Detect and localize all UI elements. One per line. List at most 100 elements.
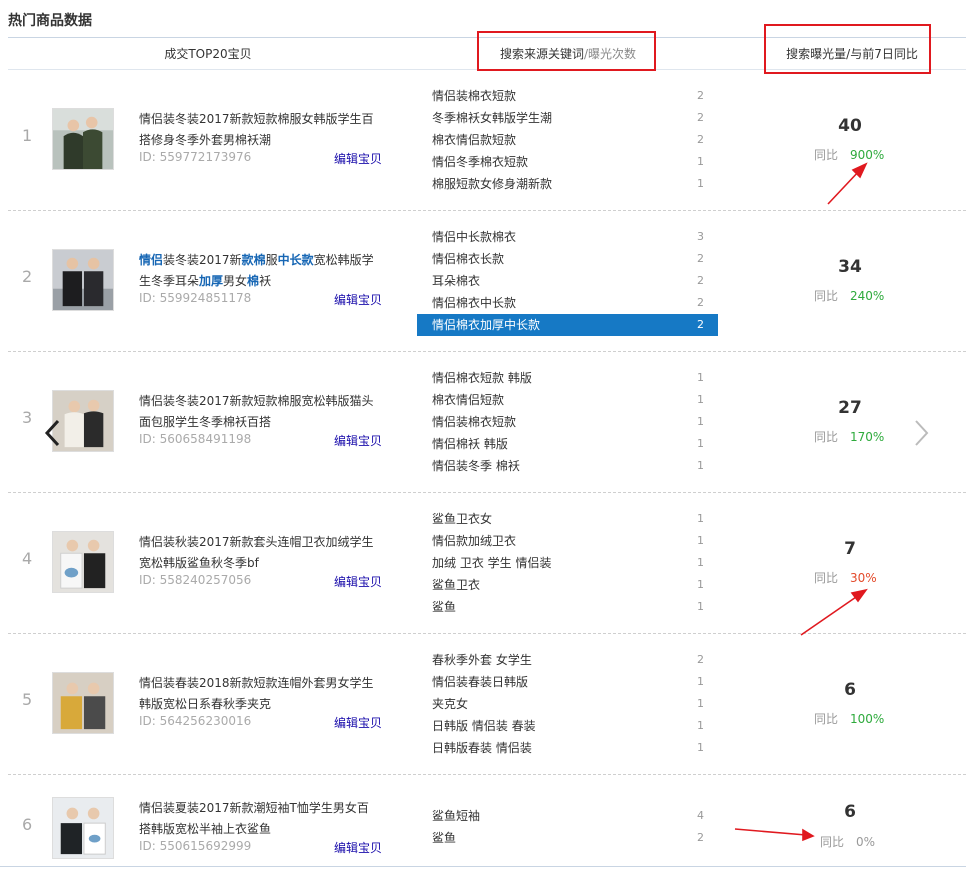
keyword-count: 1 [697, 415, 704, 428]
rank-number: 6 [22, 815, 33, 834]
keyword-item[interactable]: 棉衣情侣款短款 2 [417, 129, 718, 151]
edit-product-link[interactable]: 编辑宝贝 [334, 291, 382, 308]
product-title[interactable]: 情侣装冬装2017新款棉服中长款宽松韩版学生冬季耳朵加厚男女棉袄 [139, 250, 379, 292]
edit-product-link[interactable]: 编辑宝贝 [334, 150, 382, 167]
keyword-count: 1 [697, 697, 704, 710]
product-title[interactable]: 情侣装冬装2017新款短款棉服女韩版学生百搭修身冬季外套男棉袄潮 [139, 109, 379, 151]
keyword-item-selected[interactable]: 情侣棉衣加厚中长款 2 [417, 314, 718, 336]
keyword-count: 2 [697, 318, 704, 331]
keyword-count: 2 [697, 111, 704, 124]
keyword-count: 2 [697, 252, 704, 265]
product-thumbnail[interactable] [52, 249, 114, 311]
product-image [53, 250, 113, 310]
keyword-item[interactable]: 情侣棉袄 韩版 1 [417, 433, 718, 455]
keyword-list: 春秋季外套 女学生 2 情侣装春装日韩版 1 夹克女 1 日韩版 情侣装 春装 1 日韩… [417, 649, 718, 759]
keyword-item[interactable]: 鲨鱼短袖 4 [417, 805, 718, 827]
product-thumbnail[interactable] [52, 531, 114, 593]
keyword-list: 鲨鱼卫衣女 1 情侣款加绒卫衣 1 加绒 卫衣 学生 情侣装 1 鲨鱼卫衣 1 鲨鱼 1 [417, 508, 718, 618]
keyword-item[interactable]: 鲨鱼卫衣女 1 [417, 508, 718, 530]
exposure-value: 40 [838, 116, 862, 136]
keyword-item[interactable]: 鲨鱼 2 [417, 827, 718, 849]
yoy-label: 同比 [814, 712, 839, 726]
yoy-change: 同比 0% [820, 833, 920, 850]
keyword-item[interactable]: 情侣装棉衣短款 2 [417, 85, 718, 107]
product-thumbnail[interactable] [52, 672, 114, 734]
yoy-change: 同比 30% [814, 569, 914, 586]
exposure-value: 7 [844, 539, 856, 559]
product-title[interactable]: 情侣装冬装2017新款短款棉服宽松韩版猫头面包服学生冬季棉袄百搭 [139, 391, 379, 433]
keyword-text: 情侣中长款棉衣 [432, 230, 517, 244]
product-title[interactable]: 情侣装秋装2017新款套头连帽卫衣加绒学生宽松韩版鲨鱼秋冬季bf [139, 532, 379, 574]
keyword-count: 1 [697, 556, 704, 569]
keyword-count: 4 [697, 809, 704, 822]
keyword-text: 冬季棉袄女韩版学生潮 [432, 111, 553, 125]
keyword-item[interactable]: 情侣棉衣中长款 2 [417, 292, 718, 314]
keyword-count: 2 [697, 89, 704, 102]
keyword-text: 情侣棉袄 韩版 [432, 437, 508, 451]
keyword-count: 1 [697, 512, 704, 525]
keyword-item[interactable]: 冬季棉袄女韩版学生潮 2 [417, 107, 718, 129]
title-text: 装冬装2017新 [163, 253, 242, 267]
yoy-percent: 170% [850, 430, 885, 444]
product-title[interactable]: 情侣装春装2018新款短款连帽外套男女学生韩版宽松日系春秋季夹克 [139, 673, 379, 715]
keyword-item[interactable]: 日韩版春装 情侣装 1 [417, 737, 718, 759]
keyword-item[interactable]: 情侣棉衣短款 韩版 1 [417, 367, 718, 389]
yoy-label: 同比 [820, 835, 845, 849]
table-row: 5 情侣装春装2018新款短款连帽外套男女学生韩版宽松日系春秋季夹克 ID: 5… [8, 634, 966, 775]
product-id: ID: 558240257056 [139, 573, 252, 587]
keyword-text: 情侣装冬季 棉袄 [432, 459, 520, 473]
keyword-count: 1 [697, 675, 704, 688]
edit-product-link[interactable]: 编辑宝贝 [334, 432, 382, 449]
keyword-item[interactable]: 日韩版 情侣装 春装 1 [417, 715, 718, 737]
edit-product-link[interactable]: 编辑宝贝 [334, 714, 382, 731]
keyword-item[interactable]: 棉衣情侣短款 1 [417, 389, 718, 411]
keyword-item[interactable]: 春秋季外套 女学生 2 [417, 649, 718, 671]
product-title[interactable]: 情侣装夏装2017新款潮短袖T恤学生男女百搭韩版宽松半袖上衣鲨鱼 [139, 798, 379, 840]
keyword-count: 1 [697, 741, 704, 754]
rank-number: 1 [22, 126, 33, 145]
product-thumbnail[interactable] [52, 797, 114, 859]
keyword-count: 2 [697, 274, 704, 287]
keyword-item[interactable]: 棉服短款女修身潮新款 1 [417, 173, 718, 195]
keyword-text: 情侣棉衣中长款 [432, 296, 517, 310]
yoy-label: 同比 [814, 571, 839, 585]
chevron-left-icon[interactable] [40, 418, 66, 448]
keyword-item[interactable]: 情侣装春装日韩版 1 [417, 671, 718, 693]
header-product: 成交TOP20宝贝 [164, 47, 252, 61]
keyword-count: 1 [697, 578, 704, 591]
edit-product-link[interactable]: 编辑宝贝 [334, 839, 382, 856]
keyword-text: 加绒 卫衣 学生 情侣装 [432, 556, 552, 570]
keyword-item[interactable]: 情侣冬季棉衣短款 1 [417, 151, 718, 173]
table-row: 2 情侣装冬装2017新款棉服中长款宽松韩版学生冬季耳朵加厚男女棉袄 ID: 5… [8, 211, 966, 352]
product-id: ID: 559772173976 [139, 150, 252, 164]
keyword-count: 1 [697, 437, 704, 450]
keyword-item[interactable]: 情侣中长款棉衣 3 [417, 226, 718, 248]
keyword-count: 1 [697, 393, 704, 406]
chevron-right-icon[interactable] [908, 418, 934, 448]
keyword-item[interactable]: 夹克女 1 [417, 693, 718, 715]
keyword-item[interactable]: 情侣装冬季 棉袄 1 [417, 455, 718, 477]
yoy-label: 同比 [814, 289, 839, 303]
keyword-count: 1 [697, 155, 704, 168]
edit-product-link[interactable]: 编辑宝贝 [334, 573, 382, 590]
product-thumbnail[interactable] [52, 108, 114, 170]
keyword-count: 1 [697, 371, 704, 384]
keyword-text: 日韩版春装 情侣装 [432, 741, 532, 755]
yoy-change: 同比 170% [814, 428, 914, 445]
keyword-count: 1 [697, 177, 704, 190]
keyword-item[interactable]: 加绒 卫衣 学生 情侣装 1 [417, 552, 718, 574]
keyword-count: 1 [697, 719, 704, 732]
keyword-item[interactable]: 情侣款加绒卫衣 1 [417, 530, 718, 552]
keyword-count: 2 [697, 296, 704, 309]
keyword-item[interactable]: 鲨鱼 1 [417, 596, 718, 618]
keyword-count: 2 [697, 133, 704, 146]
keyword-item[interactable]: 耳朵棉衣 2 [417, 270, 718, 292]
product-id: ID: 564256230016 [139, 714, 252, 728]
keyword-text: 情侣棉衣加厚中长款 [432, 318, 541, 332]
keyword-item[interactable]: 鲨鱼卫衣 1 [417, 574, 718, 596]
yoy-percent: 30% [850, 571, 877, 585]
table-row: 1 情侣装冬装2017新款短款棉服女韩版学生百搭修身冬季外套男棉袄潮 ID: 5… [8, 70, 966, 211]
keyword-item[interactable]: 情侣装棉衣短款 1 [417, 411, 718, 433]
keyword-item[interactable]: 情侣棉衣长款 2 [417, 248, 718, 270]
title-highlight: 中长款 [277, 253, 314, 267]
